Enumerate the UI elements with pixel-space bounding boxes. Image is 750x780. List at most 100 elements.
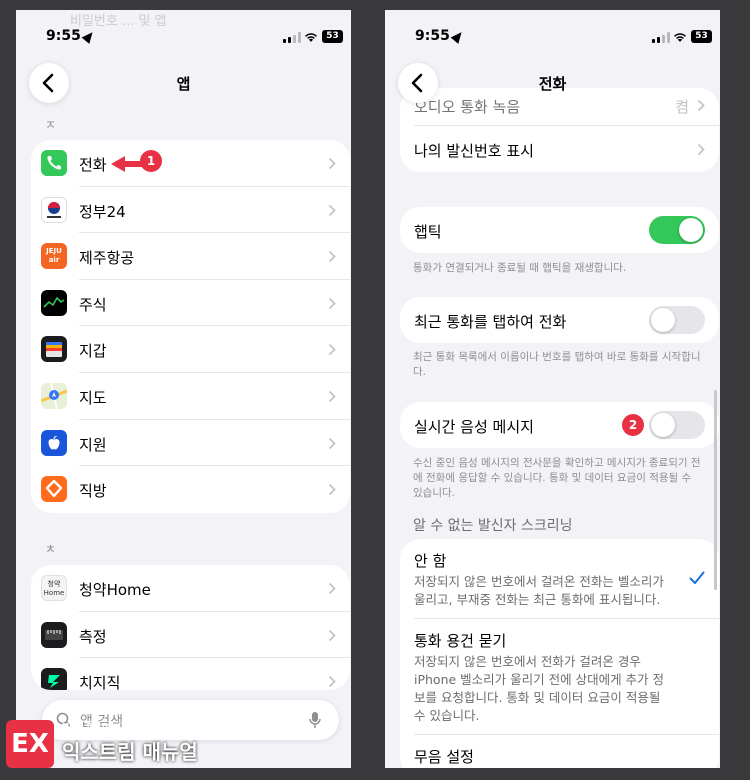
chevron-right-icon [328,484,336,496]
app-list-j: 전화 정부24 JEJU air 제주항공 주식 지갑 지도 지원 직방 [31,140,350,513]
cheongyak-home-icon: 청약 Home [41,575,67,601]
microphone-icon[interactable] [309,711,321,729]
row-label: 실시간 음성 메시지 [414,418,534,436]
chevron-right-icon [328,629,336,641]
chevron-right-icon [328,437,336,449]
location-icon [450,29,466,44]
watermark-tagline: More Better IT Life [62,722,146,730]
watermark-name: 익스트림 매뉴얼 [62,740,198,764]
app-row-measure[interactable]: 측정 [31,612,350,659]
maps-icon [40,382,68,410]
section-header-j: ㅈ [45,118,57,132]
chevron-right-icon [328,390,336,403]
chevron-right-icon [328,157,336,170]
show-caller-id-row[interactable]: 나의 발신번호 표시 [400,126,719,172]
app-row-zigbang[interactable]: 직방 [31,466,350,513]
wifi-icon [674,33,686,42]
option-desc: 저장되지 않은 번호에서 걸려온 전화는 벨소리가 울리고, 부재중 전화는 최… [414,574,664,607]
live-voicemail-row: 실시간 음성 메시지 [400,402,719,448]
status-bar: 9:55 53 [385,28,720,50]
haptic-toggle[interactable] [649,216,705,244]
stocks-icon [41,289,67,316]
watermark-logo: EX [6,720,54,768]
app-label: 측정 [79,627,107,646]
status-time: 9:55 [46,28,81,44]
measure-icon [41,621,67,648]
haptic-group: 햅틱 [400,207,719,253]
page-title: 전화 [538,75,567,93]
status-bar: 9:55 53 [16,28,351,50]
checkmark-icon [689,571,705,584]
step-badge-1: 1 [140,150,162,172]
tap-recent-toggle[interactable] [649,306,705,334]
app-row-maps[interactable]: 지도 [31,373,350,420]
cellular-signal-icon [283,32,301,43]
option-silence[interactable]: 무음 설정 [400,735,719,768]
app-row-phone[interactable]: 전화 [31,140,350,187]
tap-recent-group: 최근 통화를 탭하여 전화 [400,297,719,343]
live-voicemail-toggle[interactable] [649,411,705,439]
app-row-support[interactable]: 지원 [31,420,350,467]
row-label: 나의 발신번호 표시 [414,142,534,160]
scrolled-behind-text: 비밀번호 ... 및 앱 [70,14,167,29]
app-label: 지원 [79,435,107,454]
location-icon [81,29,97,44]
chevron-right-icon [328,582,336,595]
apple-support-icon [41,429,67,456]
app-label: 직방 [79,482,107,501]
wifi-icon [305,33,317,42]
screening-header: 알 수 없는 발신자 스크리닝 [413,518,573,534]
haptic-note: 통화가 연결되거나 종료될 때 햅틱을 재생합니다. [413,262,627,274]
cellular-signal-icon [652,32,670,43]
option-desc: 저장되지 않은 번호에서 전화가 걸려온 경우 iPhone 벨소리가 울리기 … [414,654,665,723]
chevron-right-icon [697,99,705,112]
battery-icon: 53 [691,30,712,43]
page-title: 앱 [176,75,191,93]
live-voicemail-group: 실시간 음성 메시지 [400,402,719,448]
app-list-ch: 청약 Home 청약Home 측정 치지직 [31,565,350,690]
app-row-stocks[interactable]: 주식 [31,280,350,327]
chevron-right-icon [328,676,336,688]
wallet-icon [41,336,67,363]
app-row-chzzk[interactable]: 치지직 [31,658,350,690]
chevron-right-icon [328,251,336,263]
app-label: 청약Home [79,581,151,599]
chevron-right-icon [328,344,336,356]
battery-icon: 53 [322,30,343,43]
tap-recent-note: 최근 통화 목록에서 이름이나 번호를 탭하여 바로 통화를 시작합니다. [413,351,701,378]
screening-options: 안 함 저장되지 않은 번호에서 걸려온 전화는 벨소리가 울리고, 부재중 전… [400,539,719,768]
app-row-wallet[interactable]: 지갑 [31,326,350,373]
gov24-icon [41,196,67,223]
site-watermark: EX More Better IT Life 익스트림 매뉴얼 [6,714,256,774]
option-ask-reason[interactable]: 통화 용건 묻기 저장되지 않은 번호에서 전화가 걸려온 경우 iPhone … [400,619,719,735]
right-phone-screen: 9:55 53 오디오 통화 녹음 켬 나의 발신번호 표시 전화 햅틱 통화가… [385,10,720,768]
app-label: 지갑 [79,342,107,361]
row-label: 오디오 통화 녹음 [414,98,521,116]
app-row-gov24[interactable]: 정부24 [31,187,350,234]
app-row-jeju-air[interactable]: JEJU air 제주항공 [31,233,350,280]
chevron-right-icon [328,204,336,216]
app-label: 제주항공 [79,249,135,268]
chzzk-icon [41,668,67,690]
row-label: 햅틱 [414,223,442,241]
left-phone-screen: 비밀번호 ... 및 앱 9:55 53 앱 ㅈ 전화 정부24 JEJU ai… [16,10,351,768]
call-settings-group-top: 오디오 통화 녹음 켬 나의 발신번호 표시 [400,88,719,172]
row-value: 켬 [675,98,689,116]
app-label: 지도 [79,388,107,407]
zigbang-icon [41,476,67,503]
haptic-row: 햅틱 [400,207,719,253]
scrollbar[interactable] [714,390,717,590]
option-title: 안 함 [414,552,447,570]
app-label: 치지직 [79,674,121,690]
tap-recent-row: 최근 통화를 탭하여 전화 [400,297,719,343]
option-never[interactable]: 안 함 저장되지 않은 번호에서 걸려온 전화는 벨소리가 울리고, 부재중 전… [400,539,719,619]
app-label: 정부24 [79,202,126,221]
chevron-right-icon [697,143,705,156]
chevron-right-icon [328,297,336,309]
app-label: 전화 [79,156,107,174]
app-row-cheongyak[interactable]: 청약 Home 청약Home [31,565,350,612]
status-time: 9:55 [415,28,450,44]
phone-icon [41,150,67,176]
option-title: 무음 설정 [414,748,474,766]
row-label: 최근 통화를 탭하여 전화 [414,313,567,331]
